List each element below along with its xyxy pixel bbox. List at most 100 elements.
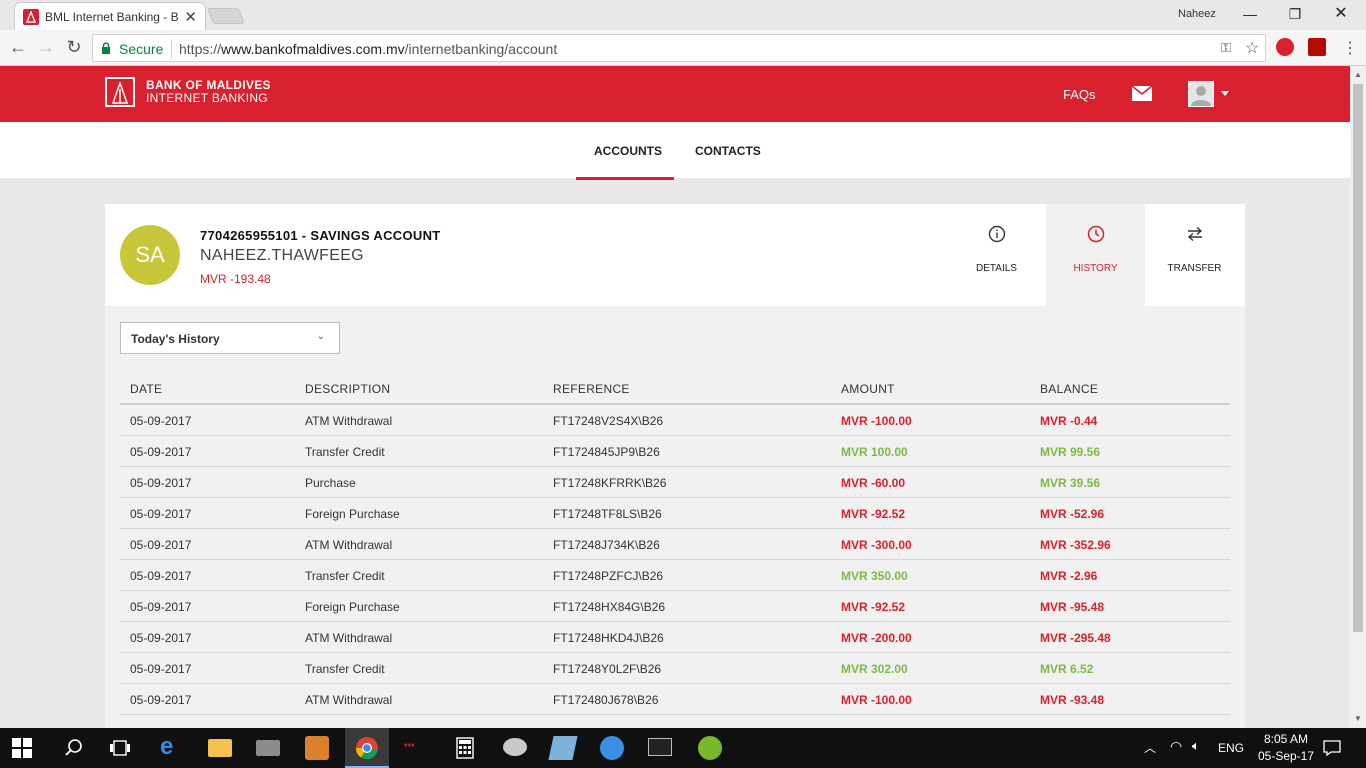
cell-balance: MVR -295.48 — [1040, 631, 1111, 645]
window-close-icon[interactable]: ✕ — [1326, 4, 1356, 26]
table-row[interactable]: 05-09-2017 Purchase FT17248KFRRK\B26 MVR -6… — [120, 467, 1230, 498]
faqs-link[interactable]: FAQs — [1063, 87, 1096, 102]
table-row[interactable]: 05-09-2017 ATM Withdrawal FT17248HKD4J\B26… — [120, 622, 1230, 653]
bookmark-star-icon[interactable]: ☆ — [1245, 38, 1259, 58]
history-panel: Today's History ⌄ DATE DESCRIPTION REFER… — [105, 306, 1245, 728]
task-view-icon[interactable] — [108, 736, 132, 760]
cell-balance: MVR -93.48 — [1040, 693, 1105, 707]
minimize-icon[interactable]: — — [1235, 4, 1265, 26]
app-red-logo-icon[interactable]: ♦♦♦ — [404, 742, 428, 766]
cell-description: ATM Withdrawal — [305, 631, 393, 645]
bml-favicon-icon — [23, 9, 39, 25]
back-arrow-icon[interactable]: ← — [8, 38, 28, 56]
calculator-icon[interactable] — [453, 736, 477, 760]
table-header: DATE DESCRIPTION REFERENCE AMOUNT BALANC… — [120, 368, 1230, 405]
windows-start-icon[interactable] — [12, 738, 32, 758]
cell-description: ATM Withdrawal — [305, 538, 393, 552]
media-player-icon[interactable] — [305, 736, 329, 760]
cell-balance: MVR -0.44 — [1040, 414, 1098, 428]
new-tab-button[interactable] — [207, 8, 245, 24]
clock-time[interactable]: 8:05 AM — [1256, 732, 1316, 746]
details-button[interactable]: DETAILS — [947, 204, 1046, 306]
app-printer-icon[interactable] — [256, 740, 280, 756]
scroll-thumb[interactable] — [1353, 84, 1363, 632]
forward-arrow-icon[interactable]: → — [36, 38, 56, 56]
browser-tab-strip: BML Internet Banking - B ✕ Naheez — ❐ ✕ — [0, 0, 1366, 30]
tray-chevron-icon[interactable]: ︿ — [1144, 739, 1156, 756]
browser-toolbar: ← → ↻ Secure https://www.bankofmaldives.… — [0, 30, 1366, 66]
wifi-icon[interactable]: ◠ — [1170, 738, 1182, 755]
transfer-button[interactable]: TRANSFER — [1145, 204, 1244, 306]
cell-amount: MVR -300.00 — [841, 538, 912, 552]
history-button[interactable]: HISTORY — [1046, 204, 1145, 306]
info-icon — [988, 225, 1006, 243]
chrome-icon[interactable] — [355, 736, 379, 760]
internet-explorer-icon[interactable] — [600, 736, 624, 760]
command-prompt-icon[interactable] — [648, 738, 672, 756]
menu-kebab-icon[interactable]: ⋮ — [1342, 38, 1358, 58]
volume-icon[interactable]: 🔈︎ — [1192, 738, 1200, 754]
cell-date: 05-09-2017 — [130, 662, 192, 676]
cell-reference: FT17248HKD4J\B26 — [553, 631, 664, 645]
site-header: BANK OF MALDIVES INTERNET BANKING FAQs — [0, 66, 1350, 122]
tab-accounts[interactable]: ACCOUNTS — [594, 144, 662, 158]
cell-description: Transfer Credit — [305, 662, 385, 676]
tab-contacts[interactable]: CONTACTS — [695, 144, 761, 158]
language-indicator[interactable]: ENG — [1218, 741, 1244, 755]
utorrent-icon[interactable] — [698, 736, 722, 760]
table-row[interactable]: 05-09-2017 ATM Withdrawal FT17248J734K\B26… — [120, 529, 1230, 560]
cell-reference: FT17248HX84G\B26 — [553, 600, 666, 614]
cell-date: 05-09-2017 — [130, 538, 192, 552]
history-period-select[interactable]: Today's History ⌄ — [120, 322, 340, 354]
main-nav: ACCOUNTS CONTACTS — [0, 122, 1350, 180]
table-row[interactable]: 05-09-2017 Transfer Credit FT17248Y0L2F\B2… — [120, 653, 1230, 684]
scroll-up-icon[interactable]: ▲ — [1354, 70, 1362, 79]
cell-balance: MVR 6.52 — [1040, 662, 1094, 676]
file-explorer-icon[interactable] — [208, 739, 232, 757]
cell-amount: MVR 100.00 — [841, 445, 908, 459]
app-paint-icon[interactable] — [503, 738, 527, 756]
table-row[interactable]: 05-09-2017 ATM Withdrawal FT172480J678\B26… — [120, 684, 1230, 715]
page-scrollbar[interactable]: ▲ ▼ — [1350, 66, 1366, 728]
account-card: SA 7704265955101 - SAVINGS ACCOUNT NAHEE… — [105, 204, 1245, 306]
cell-amount: MVR 302.00 — [841, 662, 908, 676]
extension-red-icon[interactable] — [1276, 38, 1294, 56]
table-row[interactable]: 05-09-2017 Foreign Purchase FT17248TF8LS\B… — [120, 498, 1230, 529]
user-avatar-icon[interactable] — [1188, 81, 1214, 107]
table-row[interactable]: 05-09-2017 Transfer Credit FT17248PZFCJ\B2… — [120, 560, 1230, 591]
edge-icon[interactable]: e — [160, 733, 184, 760]
history-period-value: Today's History — [131, 332, 220, 346]
mail-icon[interactable] — [1131, 85, 1153, 101]
chevron-down-icon: ⌄ — [316, 331, 325, 342]
cell-date: 05-09-2017 — [130, 476, 192, 490]
transfer-label: TRANSFER — [1167, 263, 1222, 274]
reload-icon[interactable]: ↻ — [64, 38, 84, 56]
url-text[interactable]: https://www.bankofmaldives.com.mv/intern… — [179, 41, 557, 57]
app-notes-icon[interactable] — [548, 736, 578, 760]
restore-icon[interactable]: ❐ — [1280, 4, 1310, 26]
tab-close-icon[interactable]: ✕ — [184, 8, 197, 26]
table-row[interactable]: 05-09-2017 Foreign Purchase FT17248HX84G\B… — [120, 591, 1230, 622]
bml-logo-icon[interactable] — [105, 77, 135, 107]
column-balance: BALANCE — [1040, 382, 1099, 396]
user-menu-caret-icon[interactable] — [1221, 91, 1229, 96]
table-row[interactable]: 05-09-2017 ATM Withdrawal FT17248V2S4X\B26… — [120, 405, 1230, 436]
cell-balance: MVR -2.96 — [1040, 569, 1098, 583]
pdf-extension-icon[interactable] — [1308, 38, 1326, 56]
cell-description: Foreign Purchase — [305, 507, 400, 521]
column-reference: REFERENCE — [553, 382, 630, 396]
search-icon[interactable] — [62, 736, 86, 760]
account-holder-name: NAHEEZ.THAWFEEG — [200, 247, 364, 264]
clock-date[interactable]: 05-Sep-17 — [1256, 749, 1316, 763]
brand-subtitle: INTERNET BANKING — [146, 91, 268, 105]
table-row[interactable]: 05-09-2017 Transfer Credit FT1724845JP9\B2… — [120, 436, 1230, 467]
browser-tab[interactable]: BML Internet Banking - B ✕ — [14, 2, 206, 30]
browser-profile-name[interactable]: Naheez — [1178, 8, 1216, 20]
cell-balance: MVR -52.96 — [1040, 507, 1105, 521]
scroll-down-icon[interactable]: ▼ — [1354, 714, 1362, 723]
notifications-icon[interactable] — [1322, 738, 1342, 758]
cell-date: 05-09-2017 — [130, 445, 192, 459]
account-title: 7704265955101 - SAVINGS ACCOUNT — [200, 228, 441, 243]
address-bar[interactable]: Secure https://www.bankofmaldives.com.mv… — [92, 34, 1266, 62]
key-icon[interactable]: ⚿ — [1221, 40, 1231, 56]
